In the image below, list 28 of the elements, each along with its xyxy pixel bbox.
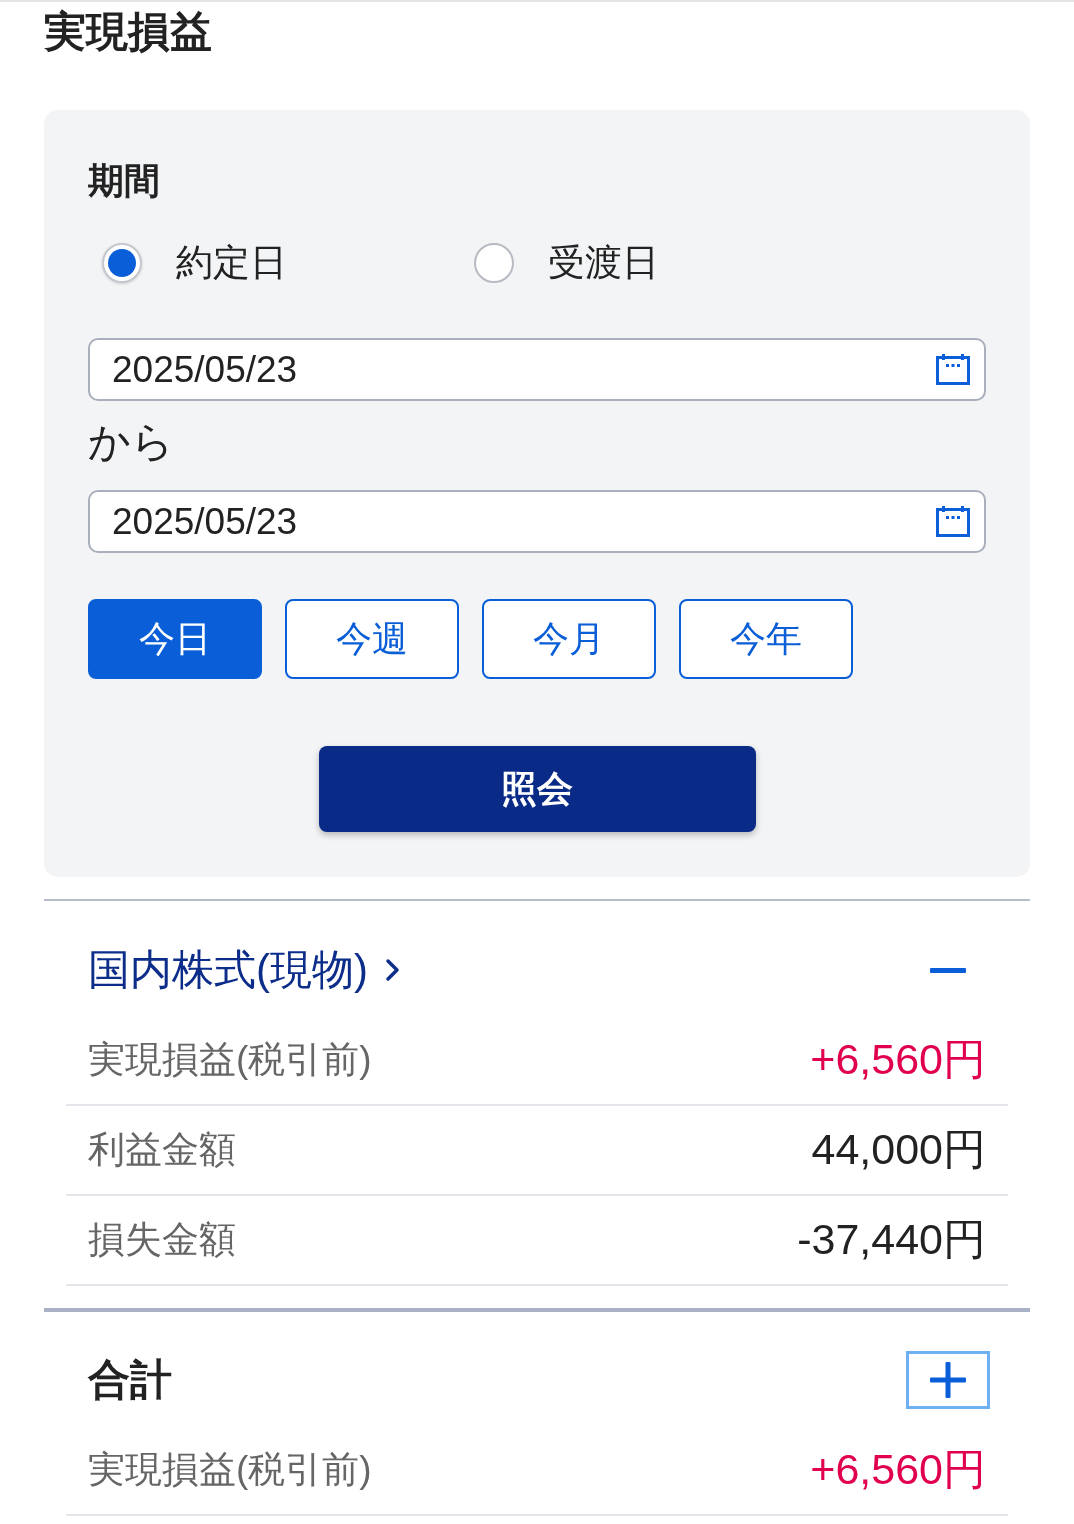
row-value: 44,000円 — [811, 1124, 986, 1175]
page-title: 実現損益 — [44, 10, 212, 54]
date-field[interactable]: 2025/05/23 — [88, 338, 986, 401]
calendar-icon[interactable] — [936, 505, 970, 537]
radio-label[interactable]: 受渡日 — [548, 239, 659, 287]
row-label: 利益金額 — [88, 1128, 236, 1172]
expand-button[interactable] — [906, 1351, 990, 1409]
category-link[interactable]: 国内株式(現物) — [88, 942, 401, 998]
row-value: +6,560円 — [810, 1444, 986, 1495]
row-value: -37,440円 — [797, 1214, 986, 1265]
radio-button[interactable] — [102, 243, 142, 283]
chevron-right-icon — [385, 957, 401, 983]
row-label: 損失金額 — [88, 1218, 236, 1262]
range-button[interactable]: 今月 — [482, 599, 656, 679]
period-label: 期間 — [88, 161, 160, 201]
calendar-icon[interactable] — [936, 353, 970, 385]
row-label: 実現損益(税引前) — [88, 1038, 372, 1082]
search-button[interactable]: 照会 — [318, 746, 756, 832]
radio-button[interactable] — [474, 243, 514, 283]
row-label: 実現損益(税引前) — [88, 1448, 372, 1492]
date-field[interactable]: 2025/05/23 — [88, 490, 986, 553]
section-title: 合計 — [88, 1355, 172, 1405]
range-button[interactable]: 今年 — [679, 599, 853, 679]
row-value: +6,560円 — [810, 1034, 986, 1085]
range-separator: から — [88, 418, 174, 466]
radio-label[interactable]: 約定日 — [176, 239, 287, 287]
range-button[interactable]: 今日 — [88, 599, 262, 679]
range-button[interactable]: 今週 — [285, 599, 459, 679]
